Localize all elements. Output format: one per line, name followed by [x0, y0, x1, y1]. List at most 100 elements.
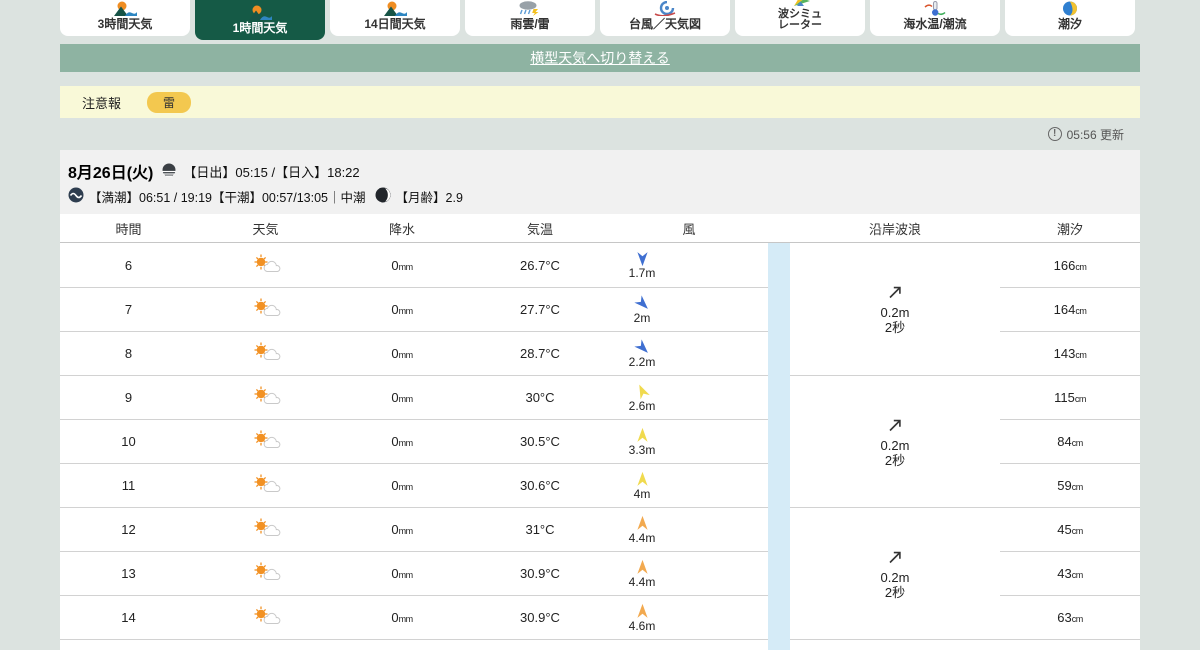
col-header-temp: 気温: [526, 221, 553, 237]
wind-direction-arrow: [634, 383, 651, 400]
info-icon[interactable]: !: [1047, 127, 1062, 141]
tide-times-label: 【満潮】06:51 / 19:19【干潮】00:57/13:05｜中潮: [89, 191, 366, 205]
temp-cell: 31°C: [525, 522, 555, 537]
wind-cell: 4.4m: [610, 515, 666, 545]
typhoon-icon: [653, 1, 677, 16]
col-header-wave: 沿岸波浪: [868, 221, 921, 237]
precip-cell: 0mm: [391, 302, 413, 317]
tide-cell: 84cm: [1057, 434, 1083, 449]
tide-cell: 43cm: [1057, 566, 1083, 581]
wind-speed-label: 1.7m: [628, 266, 656, 280]
switch-banner: 横型天気へ切り替える: [60, 44, 1140, 72]
sunset-icon: [161, 163, 177, 180]
tide-icon: [1058, 1, 1082, 16]
logo-icon: [383, 1, 407, 16]
sun-cloud-icon: [251, 562, 281, 585]
forecast-card: 8月26日(火) 【日出】05:15 /【日入】18:22 【満潮】06:51 …: [60, 150, 1140, 650]
time-cell: 13: [121, 566, 136, 581]
tab-14day-weather[interactable]: 14日間天気: [330, 0, 460, 36]
moon-icon: [375, 187, 391, 206]
moon-age-label: 【月齢】2.9: [395, 191, 463, 205]
date-header: 8月26日(火) 【日出】05:15 /【日入】18:22 【満潮】06:51 …: [60, 150, 1140, 214]
tide-cell: 166cm: [1053, 257, 1087, 273]
weather-cell: [197, 298, 334, 321]
sun-cloud-icon: [251, 298, 281, 321]
wave-cell: 0.2m 2秒: [790, 243, 1000, 375]
temp-cell: 30.9°C: [520, 566, 560, 581]
wind-direction-arrow: [634, 603, 651, 620]
wave-cell: 0.2m 2秒: [790, 375, 1000, 507]
weather-cell: [197, 254, 334, 277]
wind-cell: 2m: [610, 294, 666, 325]
weather-cell: [197, 342, 334, 365]
wind-speed-label: 4.6m: [628, 618, 656, 633]
temp-cell: 30.6°C: [520, 478, 560, 493]
table-header-row: 時間 天気 降水 気温 風 沿岸波浪 潮汐: [60, 214, 1140, 243]
logo-icon: [113, 1, 137, 16]
tide-cell: 59cm: [1057, 478, 1083, 493]
wave-cell: 0.2m 2秒: [790, 507, 1000, 639]
col-header-weather: 天気: [252, 221, 279, 237]
logo-icon: [248, 5, 272, 20]
sea-temp-icon: [923, 1, 947, 16]
time-cell: 11: [121, 478, 136, 493]
time-cell: 12: [121, 522, 136, 537]
advisory-bar: 注意報 雷: [60, 86, 1140, 118]
tide-cell: 63cm: [1057, 610, 1083, 625]
tab-sea-temp-current[interactable]: 海水温/潮流: [870, 0, 1000, 36]
time-cell: 10: [121, 434, 136, 449]
wave-sim-icon: [788, 0, 812, 7]
wind-direction-arrow: [633, 294, 651, 312]
tide-wave-icon: [68, 187, 84, 206]
thunder-advisory-badge[interactable]: 雷: [147, 91, 192, 113]
wind-cell: 1.7m: [610, 250, 666, 280]
precip-cell: 0mm: [391, 610, 413, 625]
table-body: 6 0mm 26.7°C 1.7m 166cm 7 0mm 27.7°C 2m …: [60, 243, 1140, 650]
wave-direction-arrow: [886, 416, 904, 437]
switch-layout-link[interactable]: 横型天気へ切り替える: [530, 48, 670, 68]
sun-cloud-icon: [251, 474, 281, 497]
col-header-wind: 風: [682, 221, 696, 237]
wind-direction-arrow: [634, 515, 651, 532]
col-header-precip: 降水: [388, 221, 415, 237]
wind-speed-label: 4.4m: [628, 574, 656, 589]
wind-cell: 3.3m: [610, 427, 666, 457]
precip-cell: 0mm: [391, 478, 413, 493]
wind-cell: 2.6m: [610, 383, 666, 413]
tab-typhoon-chart[interactable]: 台風／天気図: [600, 0, 730, 36]
sun-cloud-icon: [251, 386, 281, 409]
tab-rain-lightning[interactable]: 雨雲/雷: [465, 0, 595, 36]
advisory-label: 注意報: [82, 95, 122, 111]
tab-3hour-weather[interactable]: 3時間天気: [60, 0, 190, 36]
temp-cell: 30.9°C: [520, 610, 560, 625]
weather-cell: [197, 386, 334, 409]
wind-direction-arrow: [634, 471, 651, 488]
tide-cell: 143cm: [1053, 346, 1087, 361]
weather-cell: [197, 474, 334, 497]
wave-height-label: 0.2m: [880, 437, 910, 453]
temp-cell: 27.7°C: [520, 302, 560, 317]
precip-cell: 0mm: [391, 390, 413, 405]
sun-cloud-icon: [251, 430, 281, 453]
tab-tide[interactable]: 潮汐: [1005, 0, 1135, 36]
wave-period-label: 2秒: [884, 320, 906, 335]
update-row: ! 05:56 更新: [60, 118, 1140, 150]
precip-cell: 0mm: [391, 434, 413, 449]
weather-cell: [197, 606, 334, 629]
wind-speed-label: 3.3m: [628, 442, 656, 457]
tab-wave-simulator[interactable]: 波シミュ レーター: [735, 0, 865, 36]
time-cell: 14: [121, 610, 136, 625]
time-cell: 6: [124, 257, 133, 273]
weather-cell: [197, 430, 334, 453]
wave-period-label: 2秒: [884, 584, 906, 600]
tide-cell: 164cm: [1053, 302, 1087, 317]
tab-1hour-weather[interactable]: 1時間天気: [195, 0, 325, 40]
wind-cell: 4.4m: [610, 559, 666, 589]
temp-cell: 28.7°C: [520, 346, 560, 361]
sun-cloud-icon: [251, 342, 281, 365]
wind-direction-arrow: [634, 427, 651, 444]
temp-cell: 30.5°C: [520, 434, 560, 449]
rain-lightning-icon: [518, 1, 542, 16]
precip-cell: 0mm: [391, 257, 413, 273]
col-header-tide: 潮汐: [1056, 221, 1083, 237]
